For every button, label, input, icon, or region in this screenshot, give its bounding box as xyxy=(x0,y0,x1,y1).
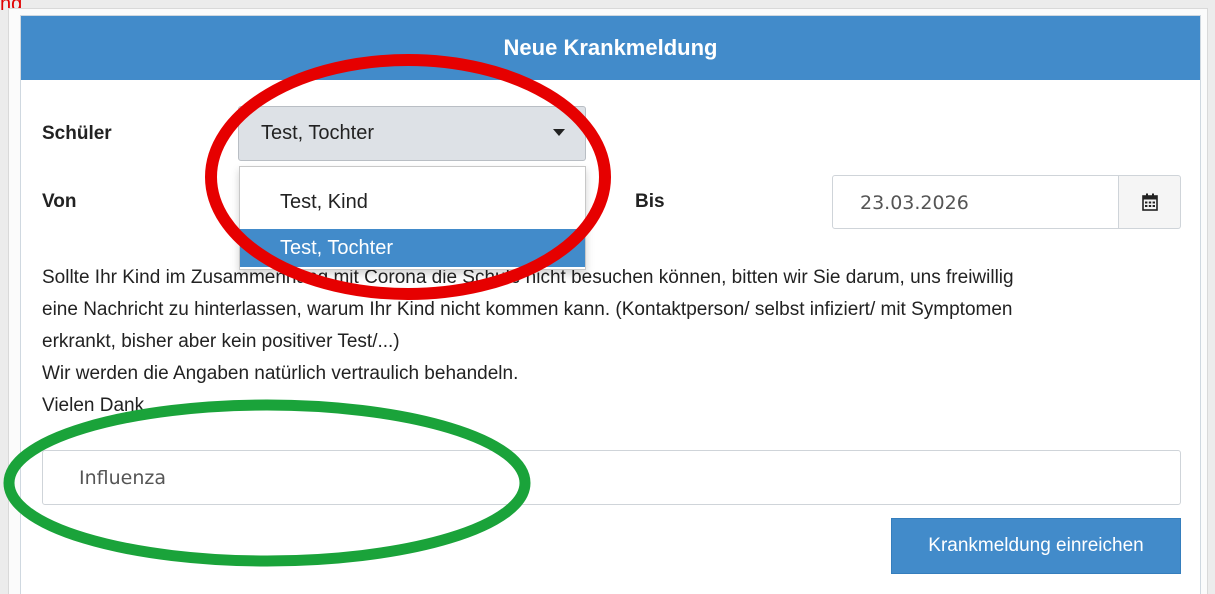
annotation-overlay xyxy=(3,54,611,567)
green-annotation-ellipse xyxy=(3,399,531,567)
red-annotation-ellipse xyxy=(205,54,611,300)
